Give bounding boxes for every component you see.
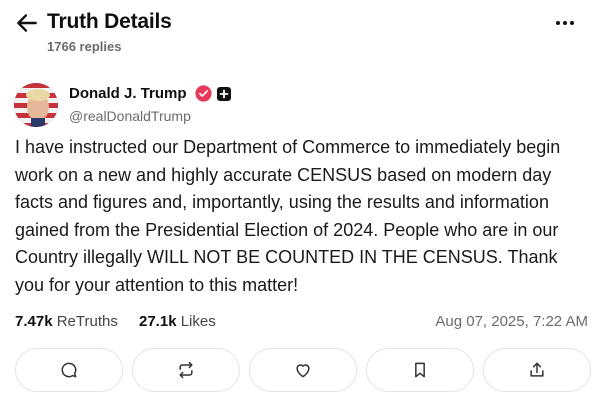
retruths-label: ReTruths [56,313,118,330]
author-name[interactable]: Donald J. Trump [69,85,187,102]
plus-icon [217,87,231,101]
back-button[interactable] [14,10,40,36]
back-arrow-icon [17,14,37,32]
likes-count: 27.1k [139,313,177,330]
likes-stat[interactable]: 27.1k Likes [139,313,216,330]
more-icon [556,21,574,25]
avatar[interactable] [14,83,58,127]
retruths-count: 7.47k [15,313,53,330]
page-title: Truth Details [47,10,172,33]
post-stats: 7.47k ReTruths 27.1k Likes Aug 07, 2025,… [15,313,590,335]
bookmark-button[interactable] [366,348,474,392]
reply-count: 1766 replies [47,39,122,54]
header: Truth Details 1766 replies [0,0,603,60]
verified-icon [195,85,212,102]
retruth-button[interactable] [132,348,240,392]
author-handle[interactable]: @realDonaldTrump [69,108,191,124]
action-bar [12,348,592,392]
reply-button[interactable] [15,348,123,392]
post-author: Donald J. Trump @realDonaldTrump [14,80,574,130]
reply-icon [61,362,77,378]
likes-label: Likes [180,313,216,330]
share-button[interactable] [483,348,591,392]
retruths-stat[interactable]: 7.47k ReTruths [15,313,118,330]
bookmark-icon [415,362,425,378]
retruth-icon [179,361,193,379]
post-text: I have instructed our Department of Comm… [15,137,561,295]
avatar-image [14,83,58,127]
more-options-button[interactable] [550,12,580,34]
share-icon [530,362,544,377]
post-timestamp: Aug 07, 2025, 7:22 AM [435,313,588,330]
like-icon [296,364,310,378]
like-button[interactable] [249,348,357,392]
